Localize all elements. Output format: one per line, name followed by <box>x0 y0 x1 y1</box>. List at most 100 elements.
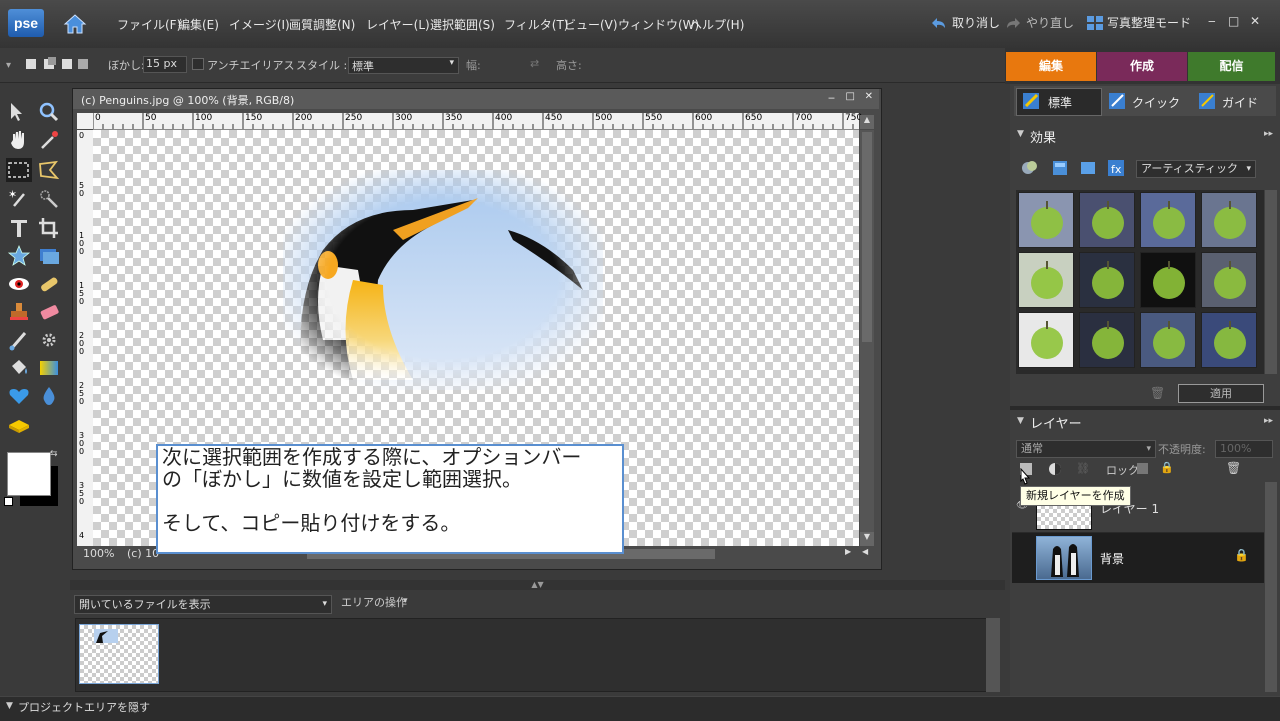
opacity-input[interactable]: 100% <box>1215 440 1273 458</box>
effect-thumbnail[interactable] <box>1018 312 1074 368</box>
zoom-tool-icon[interactable] <box>36 100 62 124</box>
doc-close-button[interactable]: ✕ <box>865 91 873 102</box>
doc-minimize-button[interactable]: ‒ <box>828 91 835 104</box>
move-tool-icon[interactable] <box>6 100 32 124</box>
organizer-button[interactable]: 写真整理モード <box>1107 14 1191 31</box>
trash-icon[interactable]: 🗑 <box>1150 386 1165 400</box>
area-actions-menu[interactable]: エリアの操作 <box>341 594 407 610</box>
scroll-up-arrow-icon[interactable]: ▲ <box>860 115 874 129</box>
menu-window[interactable]: ウィンドウ(W) <box>618 16 699 33</box>
effect-thumbnail[interactable] <box>1079 312 1135 368</box>
type-tool-icon[interactable] <box>6 216 32 240</box>
bin-scrollbar[interactable] <box>986 618 1000 692</box>
effect-thumbnail[interactable] <box>1018 252 1074 308</box>
menu-view[interactable]: ビュー(V) <box>564 16 618 33</box>
menu-file[interactable]: ファイル(F) <box>117 16 181 33</box>
swap-icon[interactable]: ⇄ <box>530 57 539 70</box>
effect-thumbnail[interactable] <box>1201 252 1257 308</box>
tab-share[interactable]: 配信 <box>1188 52 1275 81</box>
eraser-tool-icon[interactable] <box>36 300 62 324</box>
effect-thumbnail[interactable] <box>1140 312 1196 368</box>
effect-thumbnail[interactable] <box>1201 192 1257 248</box>
gradient-tool-icon[interactable] <box>36 356 62 380</box>
subtab-guided[interactable]: ガイド <box>1222 94 1258 111</box>
scroll-right-arrow-icon[interactable]: ▶ <box>845 547 851 556</box>
organizer-icon[interactable] <box>1086 15 1104 31</box>
layer-styles-icon[interactable] <box>1050 158 1070 178</box>
hand-tool-icon[interactable] <box>6 128 32 152</box>
scroll-down-arrow-icon[interactable]: ▼ <box>860 532 874 546</box>
subtab-quick[interactable]: クイック <box>1132 94 1180 111</box>
bin-document-thumbnail[interactable] <box>79 624 159 684</box>
magic-wand-tool-icon[interactable]: ✶ <box>6 186 32 210</box>
selection-brush-tool-icon[interactable] <box>36 186 62 210</box>
photo-effects-icon[interactable] <box>1078 158 1098 178</box>
undo-button[interactable]: 取り消し <box>952 14 1000 31</box>
marquee-tool-icon[interactable] <box>6 158 32 182</box>
effects-scrollbar[interactable] <box>1265 190 1277 374</box>
apply-button[interactable]: 適用 <box>1178 384 1264 403</box>
cookie-cutter-tool-icon[interactable] <box>6 384 32 408</box>
antialias-checkbox[interactable] <box>192 58 204 70</box>
filters-icon[interactable] <box>1020 158 1040 178</box>
menu-enhance[interactable]: 画質調整(N) <box>289 16 355 33</box>
scroll-thumb[interactable] <box>862 132 872 342</box>
menu-filter[interactable]: フィルタ(T) <box>504 16 568 33</box>
effect-thumbnail[interactable] <box>1018 192 1074 248</box>
delete-layer-icon[interactable]: 🗑 <box>1226 461 1241 475</box>
recompose-tool-icon[interactable] <box>36 244 62 268</box>
collapse-arrow-icon[interactable]: ▼ <box>1017 416 1024 426</box>
maximize-button[interactable]: □ <box>1228 14 1239 28</box>
effect-thumbnail[interactable] <box>1079 192 1135 248</box>
style-select[interactable]: 標準 ▾ <box>348 57 459 74</box>
link-layers-icon[interactable]: ⛓ <box>1076 462 1090 475</box>
redo-icon[interactable] <box>1004 16 1022 30</box>
menu-image[interactable]: イメージ(I) <box>229 16 290 33</box>
effect-thumbnail[interactable] <box>1079 252 1135 308</box>
scroll-left-arrow-icon[interactable]: ◀ <box>862 547 868 556</box>
fx-all-icon[interactable]: fx <box>1106 158 1126 178</box>
smart-brush-tool-icon[interactable] <box>36 328 62 352</box>
default-colors-icon[interactable] <box>4 497 13 506</box>
document-titlebar[interactable]: (c) Penguins.jpg @ 100% (背景, RGB/8) ‒ □ … <box>73 89 879 109</box>
panel-menu-icon[interactable]: ▸▸ <box>1264 416 1273 426</box>
selection-mode-icons[interactable] <box>24 56 92 72</box>
effect-category-select[interactable]: アーティスティック ▾ <box>1136 160 1256 178</box>
undo-icon[interactable] <box>930 16 948 30</box>
layers-scrollbar[interactable] <box>1265 482 1277 692</box>
swap-colors-icon[interactable]: ⇆ <box>50 449 58 459</box>
options-menu-arrow-icon[interactable]: ▾ <box>6 60 11 71</box>
bin-resize-handle[interactable]: ▲▼ <box>70 580 1005 590</box>
effect-thumbnail[interactable] <box>1140 252 1196 308</box>
home-icon[interactable] <box>62 12 88 36</box>
collapse-arrow-icon[interactable]: ▼ <box>6 701 13 711</box>
lock-all-icon[interactable]: 🔒 <box>1160 461 1174 474</box>
effect-thumbnail[interactable] <box>1201 312 1257 368</box>
effects-panel-header[interactable]: 効果 <box>1030 127 1056 146</box>
adjustment-layer-icon[interactable] <box>1048 462 1062 476</box>
menu-select[interactable]: 選択範囲(S) <box>430 16 495 33</box>
sponge-tool-icon[interactable] <box>6 414 32 438</box>
subtab-standard[interactable]: 標準 <box>1048 94 1072 111</box>
tab-create[interactable]: 作成 <box>1097 52 1187 81</box>
panel-menu-icon[interactable]: ▸▸ <box>1264 129 1273 139</box>
close-button[interactable]: ✕ <box>1250 14 1260 28</box>
minimize-button[interactable]: ‒ <box>1208 14 1216 28</box>
menu-layer[interactable]: レイヤー(L) <box>366 16 430 33</box>
menu-help[interactable]: ヘルプ(H) <box>690 16 744 33</box>
doc-maximize-button[interactable]: □ <box>846 91 855 102</box>
shape-tool-icon[interactable] <box>6 244 32 268</box>
layers-panel-header[interactable]: レイヤー <box>1030 413 1082 432</box>
hide-project-area-button[interactable]: プロジェクトエリアを隠す <box>18 699 150 715</box>
brush-tool-icon[interactable] <box>6 328 32 352</box>
red-eye-tool-icon[interactable] <box>6 272 32 296</box>
crop-tool-icon[interactable] <box>36 216 62 240</box>
effect-thumbnail[interactable] <box>1140 192 1196 248</box>
zoom-level[interactable]: 100% <box>83 547 114 560</box>
lasso-tool-icon[interactable] <box>36 158 62 182</box>
blend-mode-select[interactable]: 通常 ▾ <box>1016 440 1156 458</box>
clone-stamp-tool-icon[interactable] <box>6 300 32 324</box>
healing-brush-tool-icon[interactable] <box>36 272 62 296</box>
feather-input[interactable]: 15 px <box>143 56 187 73</box>
canvas-vertical-scrollbar[interactable] <box>860 130 874 546</box>
